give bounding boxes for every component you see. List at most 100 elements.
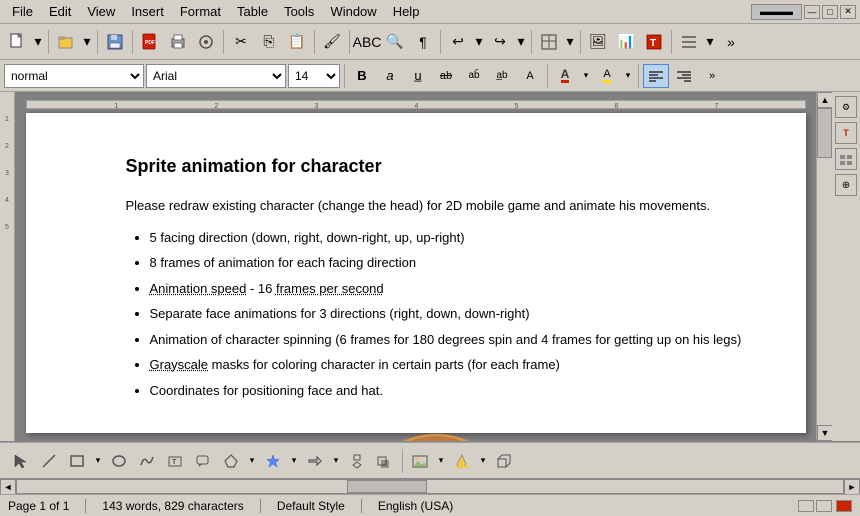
- minimize-button[interactable]: —: [804, 5, 820, 19]
- menu-help[interactable]: Help: [385, 0, 428, 23]
- menu-bar: File Edit View Insert Format Table Tools…: [0, 0, 860, 24]
- fill-dropdown[interactable]: ▾: [477, 448, 489, 474]
- h-scroll-thumb[interactable]: [347, 480, 427, 493]
- open-dropdown[interactable]: ▾: [81, 29, 93, 55]
- navigator-button[interactable]: [676, 29, 702, 55]
- redo-button[interactable]: ↪: [487, 29, 513, 55]
- fontwork-button[interactable]: T: [641, 29, 667, 55]
- menu-tools[interactable]: Tools: [276, 0, 322, 23]
- underline-button[interactable]: u̲: [405, 64, 431, 88]
- right-sidebar: ⚙ T ⊕: [832, 92, 860, 441]
- menu-file[interactable]: File: [4, 0, 41, 23]
- italic-button[interactable]: a: [377, 64, 403, 88]
- rectangle-dropdown[interactable]: ▾: [92, 448, 104, 474]
- menu-view[interactable]: View: [79, 0, 123, 23]
- scroll-thumb[interactable]: [817, 108, 832, 158]
- sep6: [349, 30, 350, 54]
- menu-edit[interactable]: Edit: [41, 0, 79, 23]
- insert-image-button[interactable]: [407, 448, 433, 474]
- doc-scroll-area[interactable]: 1 2 3 4 5 6 7 Sprite animation for chara…: [15, 92, 816, 441]
- scroll-up-button[interactable]: ▲: [817, 92, 832, 108]
- paste-button[interactable]: 📋: [284, 29, 310, 55]
- scroll-left-button[interactable]: ◄: [0, 479, 16, 495]
- image-button[interactable]: 🖼: [585, 29, 611, 55]
- extrusion-button[interactable]: [491, 448, 517, 474]
- menu-insert[interactable]: Insert: [123, 0, 172, 23]
- gallery-button[interactable]: [835, 148, 857, 170]
- ellipse-tool[interactable]: [106, 448, 132, 474]
- redo-dropdown[interactable]: ▾: [515, 29, 527, 55]
- maximize-button[interactable]: □: [822, 5, 838, 19]
- navigator-dropdown[interactable]: ▾: [704, 29, 716, 55]
- rectangle-tool[interactable]: [64, 448, 90, 474]
- list-item: Coordinates for positioning face and hat…: [150, 381, 746, 401]
- scroll-down-button[interactable]: ▼: [817, 425, 832, 441]
- polygon-tool[interactable]: [218, 448, 244, 474]
- remove-format-button[interactable]: A: [517, 64, 543, 88]
- sep8: [531, 30, 532, 54]
- star-tool[interactable]: [260, 448, 286, 474]
- more-format[interactable]: »: [699, 64, 725, 88]
- copy-button[interactable]: ⎘: [256, 29, 282, 55]
- style-select[interactable]: normal Heading 1 Heading 2 Default Style: [4, 64, 144, 88]
- new-button[interactable]: [4, 29, 30, 55]
- nonprinting-button[interactable]: ¶: [410, 29, 436, 55]
- new-dropdown[interactable]: ▾: [32, 29, 44, 55]
- chart-button[interactable]: 📊: [613, 29, 639, 55]
- print-preview-button[interactable]: [193, 29, 219, 55]
- export-pdf-button[interactable]: PDF: [137, 29, 163, 55]
- view-mode-2[interactable]: [816, 500, 832, 512]
- error-indicator[interactable]: [836, 500, 852, 512]
- text-tool[interactable]: T: [162, 448, 188, 474]
- scroll-right-button[interactable]: ►: [844, 479, 860, 495]
- bold-button[interactable]: B: [349, 64, 375, 88]
- font-color-button[interactable]: A: [552, 64, 578, 88]
- insert-image-dropdown[interactable]: ▾: [435, 448, 447, 474]
- view-mode-1[interactable]: [798, 500, 814, 512]
- more-toolbar[interactable]: »: [718, 29, 744, 55]
- find-button[interactable]: 🔍: [382, 29, 408, 55]
- close-button[interactable]: ✕: [840, 5, 856, 19]
- menu-table[interactable]: Table: [229, 0, 276, 23]
- table-dropdown[interactable]: ▾: [564, 29, 576, 55]
- font-size-select[interactable]: 14 810121618: [288, 64, 340, 88]
- flowchart-tool[interactable]: [344, 448, 370, 474]
- font-select[interactable]: Arial Times New Roman Courier New: [146, 64, 286, 88]
- scrollbar-body[interactable]: [817, 108, 832, 425]
- star-dropdown[interactable]: ▾: [288, 448, 300, 474]
- menu-format[interactable]: Format: [172, 0, 229, 23]
- spellcheck-button[interactable]: ABC: [354, 29, 380, 55]
- styles-button[interactable]: T: [835, 122, 857, 144]
- arrows-tool[interactable]: [302, 448, 328, 474]
- strikethrough-button[interactable]: ab: [433, 64, 459, 88]
- cut-button[interactable]: ✂: [228, 29, 254, 55]
- navigator-side-button[interactable]: ⊕: [835, 174, 857, 196]
- callout-tool[interactable]: [190, 448, 216, 474]
- h-scroll-track[interactable]: [16, 479, 844, 494]
- arrows-dropdown[interactable]: ▾: [330, 448, 342, 474]
- align-right-button[interactable]: [671, 64, 697, 88]
- undo-dropdown[interactable]: ▾: [473, 29, 485, 55]
- line-tool[interactable]: [36, 448, 62, 474]
- clone-formatting-button[interactable]: 🖌: [319, 29, 345, 55]
- undo-button[interactable]: ↩: [445, 29, 471, 55]
- table-button[interactable]: [536, 29, 562, 55]
- menu-window[interactable]: Window: [322, 0, 384, 23]
- align-left-button[interactable]: [643, 64, 669, 88]
- highlight-dropdown[interactable]: ▾: [622, 64, 634, 88]
- list-item: Separate face animations for 3 direction…: [150, 304, 746, 324]
- open-button[interactable]: [53, 29, 79, 55]
- shadow-button[interactable]: [372, 448, 398, 474]
- select-tool[interactable]: [8, 448, 34, 474]
- subscript-button[interactable]: a̲b: [489, 64, 515, 88]
- save-button[interactable]: [102, 29, 128, 55]
- freehand-tool[interactable]: [134, 448, 160, 474]
- horizontal-scrollbar[interactable]: ◄ ►: [0, 478, 860, 494]
- print-button[interactable]: [165, 29, 191, 55]
- superscript-button[interactable]: ab̄: [461, 64, 487, 88]
- fill-color-button[interactable]: [449, 448, 475, 474]
- properties-button[interactable]: ⚙: [835, 96, 857, 118]
- font-color-dropdown[interactable]: ▾: [580, 64, 592, 88]
- polygon-dropdown[interactable]: ▾: [246, 448, 258, 474]
- highlight-button[interactable]: A: [594, 64, 620, 88]
